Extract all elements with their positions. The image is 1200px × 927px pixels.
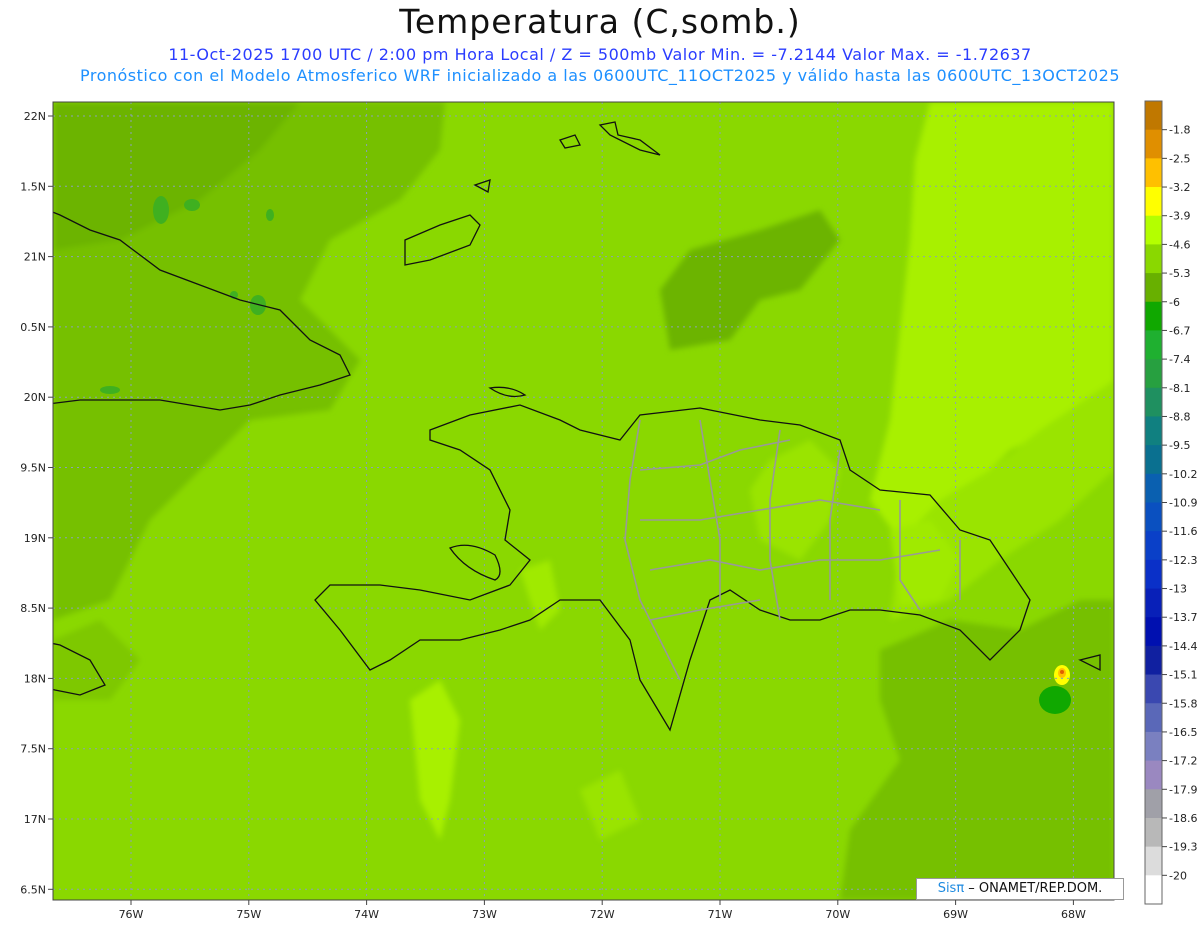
colorbar-label: -9.5 bbox=[1169, 439, 1190, 452]
colorbar-swatch bbox=[1145, 473, 1162, 503]
colorbar-label: -14.4 bbox=[1169, 640, 1197, 653]
lat-tick-label: 9.5N bbox=[20, 462, 46, 475]
colorbar-label: -6 bbox=[1169, 296, 1180, 309]
colorbar-label: -13 bbox=[1169, 583, 1187, 596]
lon-tick-label: 71W bbox=[708, 908, 733, 921]
latitude-axis: 22N 1.5N 21N 0.5N 20N 9.5N 19N 8.5N 18N 7.5N 17N 6.… bbox=[20, 110, 53, 896]
colorbar: -1.8 -2.5 -3.2 -3.9 -4.6 -5.3 -6 -6.7 -7.4 -8.1 -8… bbox=[1144, 100, 1197, 905]
lat-tick-label: 20N bbox=[24, 391, 46, 404]
colorbar-swatch bbox=[1145, 215, 1162, 245]
credit-brand: Sisπ bbox=[937, 881, 965, 896]
lon-tick-label: 68W bbox=[1061, 908, 1086, 921]
colorbar-swatch bbox=[1145, 588, 1162, 618]
colorbar-swatch bbox=[1145, 359, 1162, 389]
colorbar-swatch bbox=[1145, 674, 1162, 704]
colorbar-swatch bbox=[1145, 101, 1162, 131]
colorbar-label: -3.2 bbox=[1169, 181, 1190, 194]
colorbar-label: -1.8 bbox=[1169, 124, 1190, 137]
colorbar-swatch bbox=[1145, 559, 1162, 589]
lat-tick-label: 0.5N bbox=[20, 321, 46, 334]
longitude-axis: 76W 75W 74W 73W 72W 71W 70W 69W 68W bbox=[119, 900, 1086, 921]
colorbar-label: -19.3 bbox=[1169, 841, 1197, 854]
colorbar-label: -18.6 bbox=[1169, 812, 1197, 825]
colorbar-label: -10.2 bbox=[1169, 468, 1197, 481]
colorbar-swatch bbox=[1145, 645, 1162, 675]
credit-box: Sisπ – ONAMET/REP.DOM. bbox=[916, 878, 1124, 900]
colorbar-swatch bbox=[1145, 387, 1162, 417]
colorbar-label: -8.8 bbox=[1169, 410, 1190, 423]
colorbar-label: -17.9 bbox=[1169, 783, 1197, 796]
colorbar-label: -16.5 bbox=[1169, 726, 1197, 739]
lon-tick-label: 74W bbox=[354, 908, 379, 921]
colorbar-label: -5.3 bbox=[1169, 267, 1190, 280]
colorbar-label: -7.4 bbox=[1169, 353, 1190, 366]
lon-tick-label: 69W bbox=[943, 908, 968, 921]
colorbar-label: -8.1 bbox=[1169, 382, 1190, 395]
lat-tick-label: 6.5N bbox=[20, 883, 46, 896]
colorbar-label: -12.3 bbox=[1169, 554, 1197, 567]
colorbar-swatch bbox=[1145, 703, 1162, 733]
colorbar-swatch bbox=[1145, 760, 1162, 790]
lat-tick-label: 18N bbox=[24, 672, 46, 685]
lat-tick-label: 21N bbox=[24, 251, 46, 264]
colorbar-swatch bbox=[1145, 817, 1162, 848]
lat-tick-label: 8.5N bbox=[20, 602, 46, 615]
colorbar-label: -15.8 bbox=[1169, 697, 1197, 710]
colorbar-swatch bbox=[1145, 330, 1162, 360]
credit-text: – ONAMET/REP.DOM. bbox=[964, 881, 1103, 896]
colorbar-swatch bbox=[1145, 244, 1162, 274]
colorbar-swatch bbox=[1145, 273, 1162, 303]
colorbar-swatch bbox=[1145, 617, 1162, 647]
lon-tick-label: 70W bbox=[825, 908, 850, 921]
colorbar-label: -3.9 bbox=[1169, 210, 1190, 223]
lon-tick-label: 73W bbox=[472, 908, 497, 921]
colorbar-swatch bbox=[1145, 187, 1162, 217]
temperature-field bbox=[53, 102, 1114, 900]
colorbar-swatch bbox=[1145, 731, 1162, 762]
temperature-map: 22N 1.5N 21N 0.5N 20N 9.5N 19N 8.5N 18N 7.5N 17N 6.… bbox=[20, 100, 1197, 921]
colorbar-swatch bbox=[1145, 875, 1162, 905]
colorbar-label: -4.6 bbox=[1169, 238, 1190, 251]
lon-tick-label: 75W bbox=[236, 908, 261, 921]
lat-tick-label: 19N bbox=[24, 532, 46, 545]
colorbar-swatch bbox=[1145, 301, 1162, 331]
colorbar-swatch bbox=[1145, 445, 1162, 475]
lat-tick-label: 22N bbox=[24, 110, 46, 123]
colorbar-swatch bbox=[1145, 158, 1162, 188]
colorbar-swatch bbox=[1145, 502, 1162, 532]
colorbar-label: -17.2 bbox=[1169, 755, 1197, 768]
colorbar-label: -10.9 bbox=[1169, 497, 1197, 510]
colorbar-swatch bbox=[1145, 416, 1162, 446]
lat-tick-label: 17N bbox=[24, 813, 46, 826]
colorbar-swatch bbox=[1145, 129, 1162, 159]
colorbar-label: -6.7 bbox=[1169, 324, 1190, 337]
lon-tick-label: 76W bbox=[119, 908, 144, 921]
colorbar-label: -11.6 bbox=[1169, 525, 1197, 538]
lat-tick-label: 1.5N bbox=[20, 180, 46, 193]
colorbar-swatch bbox=[1145, 789, 1162, 819]
colorbar-label: -2.5 bbox=[1169, 152, 1190, 165]
colorbar-swatch bbox=[1145, 531, 1162, 561]
colorbar-label: -15.1 bbox=[1169, 669, 1197, 682]
lon-tick-label: 72W bbox=[590, 908, 615, 921]
colorbar-label: -13.7 bbox=[1169, 611, 1197, 624]
colorbar-swatch bbox=[1145, 846, 1162, 876]
colorbar-label: -20 bbox=[1169, 869, 1187, 882]
lat-tick-label: 7.5N bbox=[20, 743, 46, 756]
